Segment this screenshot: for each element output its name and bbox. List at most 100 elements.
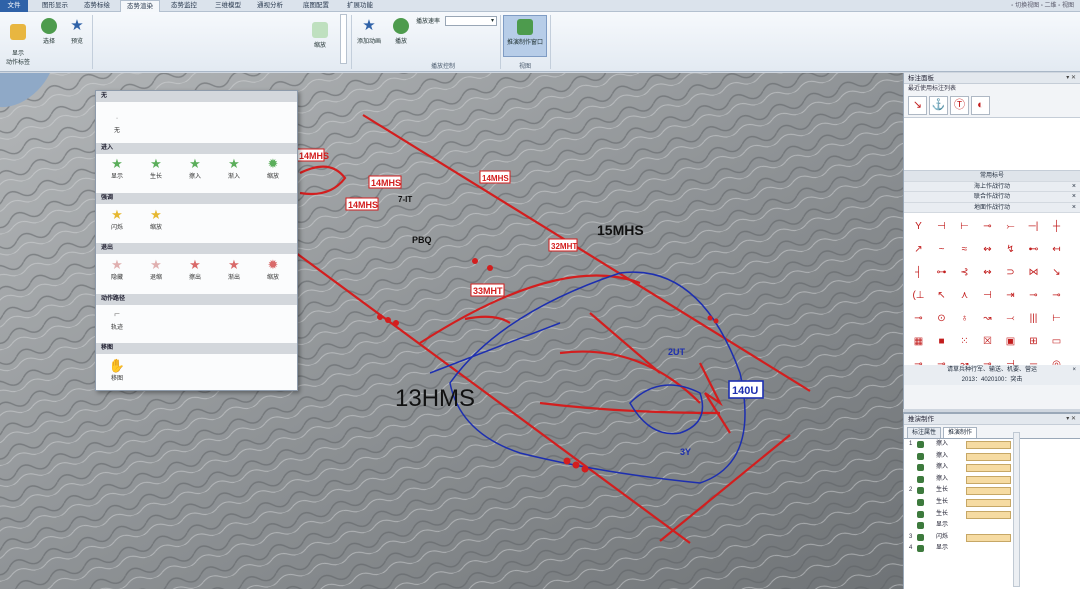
symbol-cell[interactable]: ⋏ [955,286,974,305]
effect-none[interactable]: · 无 [100,111,134,135]
animation-row[interactable]: 2 生长 [904,485,1080,497]
symbol-cell[interactable]: ⊸ [1024,286,1043,305]
symbol-cell[interactable]: Y [909,217,928,236]
close-icon[interactable]: × [1072,365,1076,375]
tab-display[interactable]: 图形显示 [38,0,72,12]
preview-button[interactable]: ★ 预览 [66,18,88,46]
category-naval[interactable]: 海上作战行动 × [904,181,1080,193]
symbol-cell[interactable]: ⋈ [1024,263,1043,282]
timeline-bar[interactable] [966,487,1011,496]
recent-symbol[interactable]: ↘ [908,96,927,115]
symbol-cell[interactable]: ⇥ [1001,286,1020,305]
symbol-cell[interactable]: ┼ [1047,217,1066,236]
symbol-cell[interactable]: ↝ [978,309,997,328]
category-joint[interactable]: 联合作战行动 × [904,192,1080,203]
effect-emphasis-zoom[interactable]: ★ 缩放 [139,208,173,232]
symbol-cell[interactable]: ⊸ [909,309,928,328]
symbol-cell[interactable]: ⊰ [955,263,974,282]
symbol-cell[interactable]: ↭ [978,240,997,259]
symbol-cell[interactable]: ||| [1024,309,1043,328]
symbol-cell[interactable]: ─| [1024,217,1043,236]
tab-render[interactable]: 态势渲染 [120,0,160,12]
symbol-cell[interactable]: ⊷ [1024,240,1043,259]
add-animation-button[interactable]: ★ 添加动画 [354,18,384,46]
tab-file[interactable]: 文件 [0,0,28,12]
symbol-cell[interactable]: ↖ [932,286,951,305]
zoom-effect-button[interactable]: 缩放 [306,22,334,49]
symbol-cell[interactable]: ⤙ [1001,309,1020,328]
tab-annotation-props[interactable]: 标注属性 [907,427,942,438]
symbol-cell[interactable]: ↯ [1001,240,1020,259]
recent-symbol[interactable]: ◐ [971,96,990,115]
panel-controls[interactable]: ▾ ✕ [1066,414,1076,425]
timeline-bar[interactable] [966,452,1011,461]
tab-monitor[interactable]: 态势监控 [166,0,202,12]
effect-enter-wipe[interactable]: ★ 擦入 [178,157,212,181]
symbol-cell[interactable]: ≈ [955,240,974,259]
tab-extensions[interactable]: 扩展功能 [340,0,380,12]
symbol-cell[interactable]: ■ [932,332,951,351]
symbol-cell[interactable]: ☒ [978,332,997,351]
animation-row[interactable]: 1 擦入 [904,439,1080,451]
symbol-cell[interactable]: ⊸ [1047,286,1066,305]
symbol-cell[interactable]: ▣ [1001,332,1020,351]
symbol-cell[interactable]: ♁ [955,309,974,328]
select-button[interactable]: 选择 [38,18,60,45]
category-ground[interactable]: 地面作战行动 × [904,202,1080,214]
panel-controls[interactable]: ▾ ✕ [1066,73,1076,84]
symbol-cell[interactable]: ⤚ [1001,217,1020,236]
effect-enter-zoom[interactable]: ✹ 缩放 [256,157,290,181]
effect-enter-grow[interactable]: ★ 生长 [139,157,173,181]
window-controls[interactable]: ▫ 切换视图 ▫ 二维 ▫ 视图 [1011,0,1074,12]
speed-select[interactable]: ▾ [445,16,497,26]
terrain-3d-view[interactable]: 14MHS 14MHS 14MHS 14MHS 15MHS 32MHT 33MH… [0,73,903,589]
symbol-cell[interactable]: ▭ [1047,332,1066,351]
effect-exit-hide[interactable]: ★ 隐藏 [100,258,134,282]
recent-symbol[interactable]: Ⓣ [950,96,969,115]
symbol-cell[interactable]: ⊣ [978,286,997,305]
animation-row[interactable]: 3 闪烁 [904,532,1080,544]
effect-move-map[interactable]: ✋ 移图 [100,359,134,383]
symbol-cell[interactable]: ⁙ [955,332,974,351]
gallery-scroll[interactable] [340,14,347,64]
tab-basemap[interactable]: 底图配置 [296,0,336,12]
symbol-cell[interactable]: ⊞ [1024,332,1043,351]
effect-exit-zoom[interactable]: ✹ 缩放 [256,258,290,282]
effect-exit-fade[interactable]: ★ 渐出 [217,258,251,282]
symbol-cell[interactable]: ⊣ [932,217,951,236]
animation-row[interactable]: 生长 [904,509,1080,521]
effect-enter-show[interactable]: ★ 显示 [100,157,134,181]
tab-3d-model[interactable]: 三维模型 [210,0,246,12]
symbol-cell[interactable]: ⊙ [932,309,951,328]
symbol-cell[interactable]: ┤ [909,263,928,282]
symbol-cell[interactable]: ↗ [909,240,928,259]
symbol-cell[interactable]: ↤ [1047,240,1066,259]
tab-visibility[interactable]: 通视分析 [252,0,288,12]
symbol-cell[interactable]: ▦ [909,332,928,351]
recent-symbol[interactable]: ⚓ [929,96,948,115]
scrollbar[interactable] [1013,432,1020,587]
effect-emphasis-flash[interactable]: ★ 闪烁 [100,208,134,232]
close-icon[interactable]: × [1072,203,1076,214]
tab-deduction[interactable]: 推演制作 [943,427,978,438]
timeline-bar[interactable] [966,475,1011,484]
effect-exit-wipe[interactable]: ★ 擦出 [178,258,212,282]
effects-gallery-dropdown[interactable]: 无 · 无 进入 ★ 显示 ★ 生长 ★ 擦入 ★ 渐入 ✹ 缩放 强调 ★ 闪烁 ★ 缩放 … [95,90,298,391]
effect-enter-fade[interactable]: ★ 渐入 [217,157,251,181]
show-label-button[interactable]: 显示 动作标签 [3,18,33,66]
animation-row[interactable]: 生长 [904,497,1080,509]
symbol-cell[interactable]: ↘ [1047,263,1066,282]
play-button[interactable]: 播放 [390,18,412,45]
animation-row[interactable]: 擦入 [904,451,1080,463]
timeline-bar[interactable] [966,464,1011,473]
symbol-cell[interactable]: ⊃ [1001,263,1020,282]
timeline-bar[interactable] [966,510,1011,519]
animation-row[interactable]: 擦入 [904,474,1080,486]
animation-row[interactable]: 显示 [904,520,1080,532]
effect-path-trajectory[interactable]: ⌐ 轨迹 [100,308,134,331]
symbol-cell[interactable]: ⊢ [955,217,974,236]
symbol-cell[interactable]: ⊸ [978,217,997,236]
symbol-cell[interactable]: ⊢ [1047,309,1066,328]
close-icon[interactable]: × [1072,182,1076,193]
animation-row[interactable]: 擦入 [904,462,1080,474]
